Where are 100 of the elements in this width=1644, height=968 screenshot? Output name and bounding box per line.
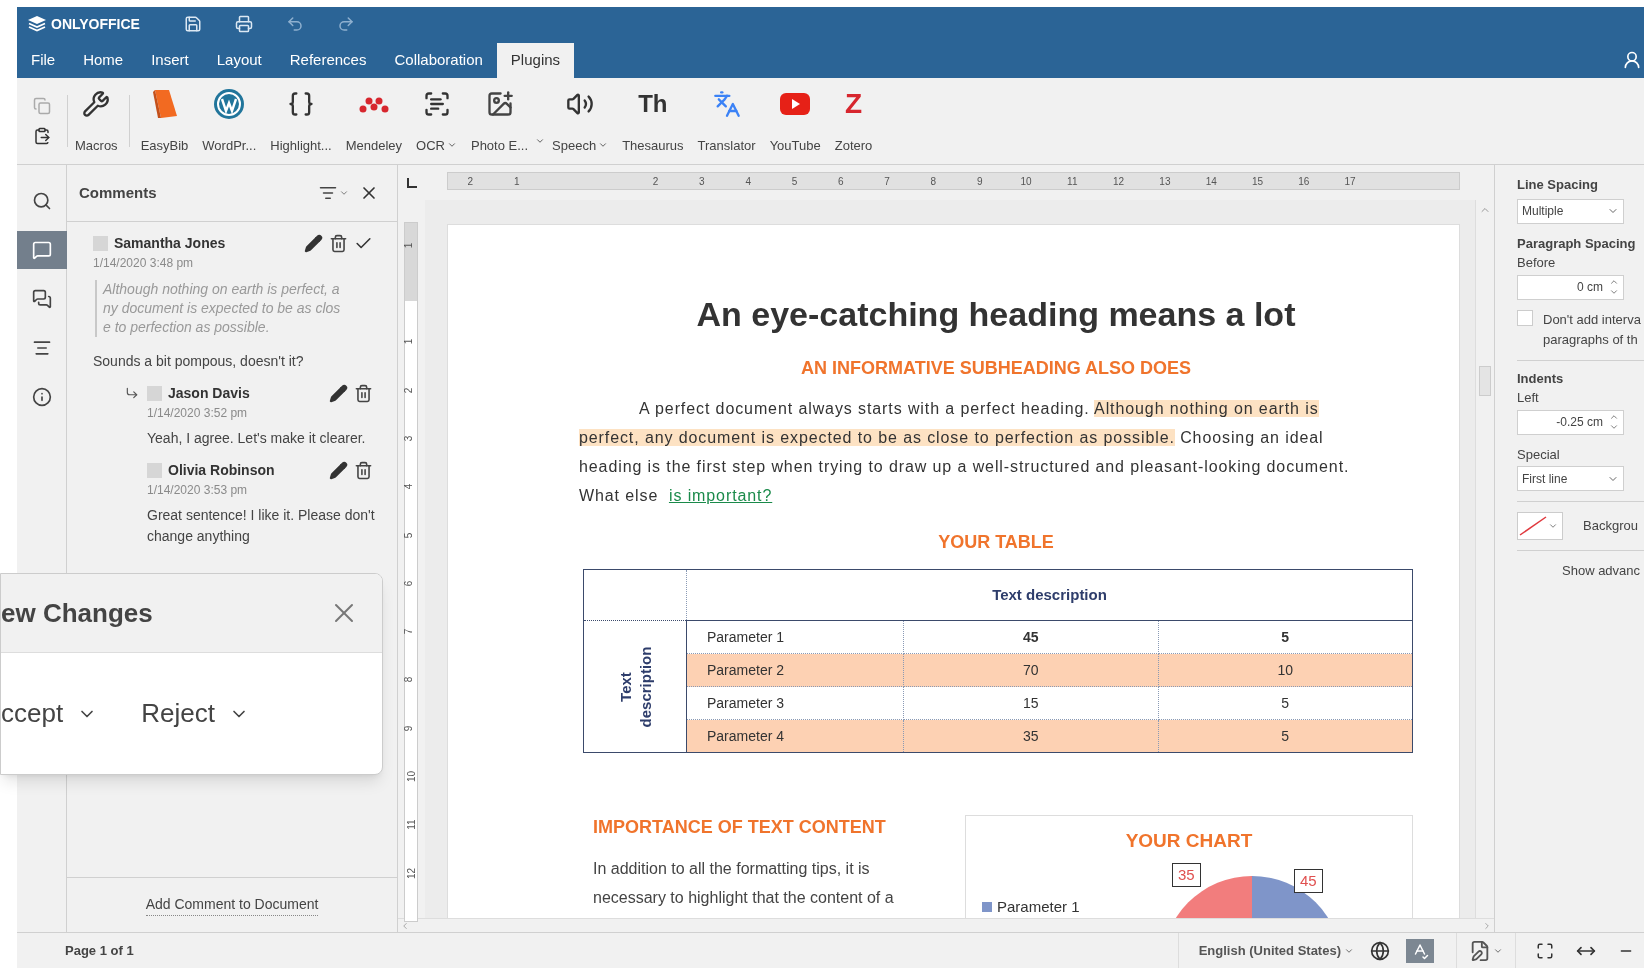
menu-tab[interactable]: Collaboration — [380, 43, 497, 78]
add-comment-link[interactable]: Add Comment to Document — [145, 894, 319, 916]
comment-author: Samantha Jones — [114, 233, 226, 253]
field-label: Before — [1517, 254, 1557, 272]
plugin-button[interactable]: Z Zotero — [827, 87, 880, 155]
field-label: Special — [1517, 445, 1561, 464]
ruler-number: 2 — [467, 175, 474, 189]
row-header: Text description — [615, 645, 655, 729]
menu-tab[interactable]: Insert — [137, 43, 203, 78]
ruler-number: 12 — [1113, 175, 1125, 189]
field-label: Backgrou — [1583, 517, 1638, 536]
plugin-button[interactable]: Photo E... — [463, 87, 536, 155]
ruler-number: 3 — [402, 435, 416, 442]
fit-page-icon[interactable] — [1536, 941, 1554, 960]
paste-icon[interactable] — [33, 127, 51, 145]
language-selector[interactable]: English (United States) — [1177, 933, 1354, 968]
ruler-number: 4 — [402, 483, 416, 490]
advanced-settings-link[interactable]: Show advanc — [1562, 561, 1644, 581]
comment-author: Jason Davis — [168, 383, 250, 403]
ruler-number: 8 — [930, 175, 937, 189]
page-count: Page 1 of 1 — [65, 941, 134, 960]
menu-tab[interactable]: Layout — [202, 43, 276, 78]
users-icon[interactable] — [1622, 50, 1642, 70]
table-cell: 35 — [903, 719, 1158, 753]
plugin-button[interactable]: Th Thesaurus — [615, 87, 691, 155]
edit-icon[interactable] — [329, 383, 348, 403]
plugin-button[interactable]: Mendeley — [338, 87, 410, 155]
delete-icon[interactable] — [354, 383, 373, 403]
ruler-number: 14 — [1205, 175, 1217, 189]
delete-icon[interactable] — [329, 233, 348, 253]
avatar-square — [147, 385, 162, 401]
menu-tab[interactable]: File — [17, 43, 70, 78]
braces-icon — [287, 90, 315, 118]
track-changes-icon[interactable] — [1469, 939, 1491, 962]
table-cell: 15 — [903, 686, 1158, 720]
menu-tab[interactable]: References — [275, 43, 381, 78]
plugin-button[interactable]: Speech — [545, 87, 616, 155]
ruler-number: 11 — [1067, 175, 1078, 189]
plugin-button[interactable]: OCR — [409, 87, 464, 155]
layers-logo-icon — [27, 15, 47, 33]
review-action-button[interactable]: Reject — [141, 694, 249, 733]
checkbox[interactable] — [1517, 309, 1533, 326]
sort-icon[interactable] — [319, 184, 337, 202]
ruler-number: 15 — [1251, 175, 1264, 189]
left-indent-input[interactable]: -0.25 cm — [1517, 409, 1624, 435]
section-label: Paragraph Spacing — [1517, 234, 1637, 253]
ruler-number: 13 — [1159, 175, 1171, 189]
globe-icon[interactable] — [1370, 940, 1390, 961]
plugin-button[interactable]: Translator — [690, 87, 763, 155]
special-select[interactable]: First line — [1517, 466, 1624, 491]
ruler-number: 1 — [402, 339, 416, 345]
table-cell: 5 — [1158, 719, 1413, 753]
caret-icon[interactable] — [535, 136, 546, 146]
table-cell: 5 — [1158, 620, 1413, 654]
vertical-scrollbar[interactable] — [1475, 200, 1494, 918]
spin-up-icon[interactable] — [1609, 277, 1619, 287]
navigation-icon — [32, 338, 52, 358]
avatar-square — [93, 235, 108, 251]
ruler-number: 6 — [838, 175, 844, 189]
spin-up-icon[interactable] — [1609, 412, 1619, 422]
document-link[interactable]: is important? — [668, 487, 773, 504]
plugin-button[interactable]: EasyBib — [133, 87, 196, 155]
ruler-number: 2 — [402, 387, 416, 393]
image-icon — [485, 90, 514, 118]
line-spacing-select[interactable]: Multiple — [1517, 198, 1624, 224]
ruler-number: 1 — [513, 175, 520, 189]
edit-icon[interactable] — [304, 233, 323, 253]
table-title: YOUR TABLE — [938, 531, 1054, 554]
chart-title: YOUR CHART — [1124, 829, 1254, 853]
ruler-number: 1 — [402, 242, 416, 248]
comment-date: 1/14/2020 3:52 pm — [147, 405, 249, 422]
table-cell: Parameter 1 — [686, 620, 904, 654]
play-icon — [779, 92, 812, 116]
review-action-button[interactable]: ccept — [1, 694, 98, 733]
spellcheck-button[interactable] — [1406, 938, 1434, 963]
scroll-thumb[interactable] — [1479, 366, 1491, 396]
plugin-button[interactable]: Highlight... — [263, 87, 339, 155]
table-cell: 5 — [1158, 686, 1413, 720]
plugin-button[interactable]: Macros — [68, 87, 125, 155]
ruler-number: 16 — [1298, 175, 1310, 189]
edit-icon[interactable] — [329, 460, 348, 480]
undo-icon — [285, 15, 304, 33]
table-cell: 45 — [903, 620, 1158, 654]
menu-tab[interactable]: Plugins — [496, 43, 575, 78]
delete-icon[interactable] — [354, 460, 373, 480]
color-picker[interactable] — [1517, 512, 1563, 540]
plugin-button[interactable]: WordPr... — [195, 87, 264, 155]
comment-date: 1/14/2020 3:48 pm — [93, 255, 195, 272]
plugin-button[interactable]: YouTube — [762, 87, 828, 155]
before-input[interactable]: 0 cm — [1517, 274, 1624, 300]
comment-tab[interactable] — [17, 231, 67, 269]
avatar-square — [147, 462, 162, 478]
ruler-number: 5 — [402, 532, 416, 538]
ruler-number: 10 — [405, 770, 419, 783]
tab-stop-icon[interactable] — [406, 177, 417, 188]
wrench-icon — [82, 90, 111, 118]
menu-tab[interactable]: Home — [69, 43, 138, 78]
spin-down-icon[interactable] — [1609, 287, 1619, 297]
spin-down-icon[interactable] — [1609, 422, 1619, 432]
table-cell: Parameter 4 — [686, 719, 904, 753]
